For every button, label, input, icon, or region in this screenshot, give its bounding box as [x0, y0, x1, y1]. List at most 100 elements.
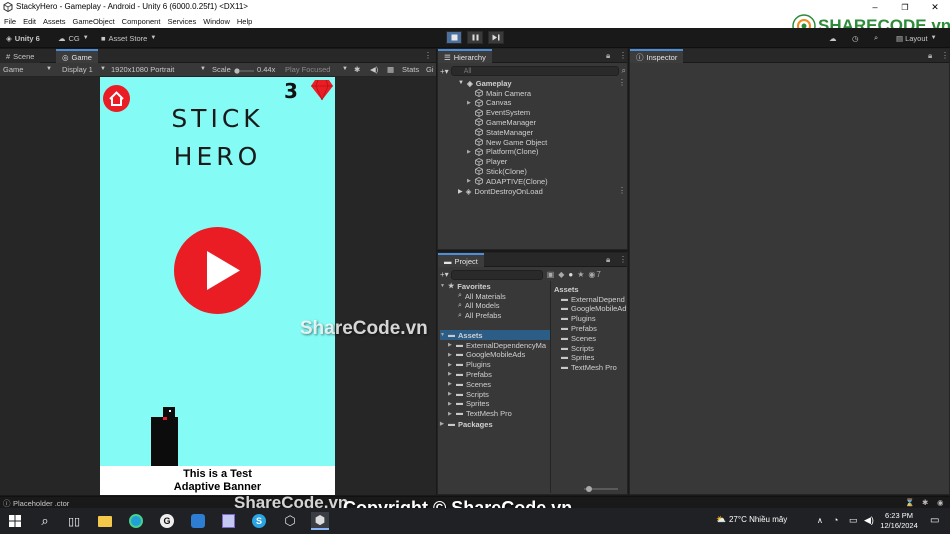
project-asset-folder[interactable]: ▬ Prefabs: [561, 323, 627, 333]
expand-arrow-icon[interactable]: ▶: [467, 178, 475, 184]
project-asset-folder[interactable]: ▬ TextMesh Pro: [561, 363, 627, 373]
project-favorite-item[interactable]: ⌕ All Materials: [450, 291, 506, 301]
expand-arrow-icon[interactable]: ▶: [448, 342, 456, 348]
asset-store-button[interactable]: ■ Asset Store ▼: [101, 31, 156, 45]
cloud-services-icon[interactable]: ☁: [829, 31, 837, 45]
play-focused-dropdown[interactable]: Play Focused: [285, 65, 330, 74]
search-filter-icon[interactable]: ⌕: [622, 66, 626, 76]
project-folder[interactable]: ▶ ▬ Scripts: [448, 389, 489, 399]
tab-game[interactable]: ◎ Game: [56, 49, 98, 63]
project-favorite-item[interactable]: ⌕ All Prefabs: [450, 311, 501, 321]
scale-slider[interactable]: [234, 67, 254, 74]
github-icon[interactable]: G: [158, 512, 176, 530]
favorite-star-icon[interactable]: ★: [577, 270, 584, 279]
status-message[interactable]: Placeholder .ctor: [13, 499, 69, 508]
store-icon[interactable]: [189, 512, 207, 530]
project-packages[interactable]: ▶ ▬ Packages: [440, 419, 493, 429]
pause-button[interactable]: [467, 31, 483, 44]
lock-icon[interactable]: 🔒︎: [606, 255, 610, 265]
tab-scene[interactable]: # Scene: [0, 49, 41, 63]
network-icon[interactable]: ◔: [833, 515, 838, 525]
lock-icon[interactable]: 🔒︎: [928, 51, 932, 61]
unity-account-button[interactable]: ◈ Unity 6: [6, 31, 40, 45]
project-asset-folder[interactable]: ▬ Scripts: [561, 343, 627, 353]
resolution-dropdown[interactable]: 1920x1080 Portrait: [111, 65, 174, 74]
panel-menu-icon[interactable]: ⋮: [424, 51, 432, 60]
maximize-button[interactable]: ❐: [890, 0, 920, 14]
volume-icon[interactable]: ◀): [864, 515, 874, 526]
project-favorites[interactable]: ▼ ★ Favorites: [440, 281, 491, 291]
search-by-type-icon[interactable]: ▣: [547, 270, 555, 279]
expand-arrow-icon[interactable]: ▶: [448, 401, 456, 407]
skype-icon[interactable]: S: [250, 512, 268, 530]
project-asset-folder[interactable]: ▬ ExternalDepend: [561, 294, 627, 304]
hierarchy-dontdestroy-row[interactable]: ▶ ◈ DontDestroyOnLoad: [458, 186, 626, 196]
edge-icon[interactable]: [127, 512, 145, 530]
add-icon[interactable]: +▾: [440, 67, 449, 76]
hierarchy-search-input[interactable]: All: [450, 66, 619, 76]
expand-arrow-icon[interactable]: ▶: [448, 391, 456, 397]
project-favorite-item[interactable]: ⌕ All Models: [450, 301, 500, 311]
notification-center-icon[interactable]: ▭: [930, 515, 939, 526]
notifications-icon[interactable]: ◉: [937, 498, 944, 507]
frame-debugger-icon[interactable]: ✱: [354, 65, 360, 74]
shortcuts-icon[interactable]: ▦: [387, 65, 394, 74]
visibility-icon[interactable]: ◉: [588, 270, 595, 279]
visual-studio-icon[interactable]: [219, 512, 237, 530]
expand-arrow-icon[interactable]: ▶: [448, 381, 456, 387]
icon-size-slider-thumb[interactable]: [586, 486, 592, 492]
project-folder[interactable]: ▶ ▬ Scenes: [448, 379, 491, 389]
layout-dropdown[interactable]: ▤ Layout ▼: [896, 31, 937, 45]
menu-window[interactable]: Window: [203, 17, 230, 26]
clock[interactable]: 6:23 PM 12/16/2024: [879, 511, 919, 531]
search-icon[interactable]: ⌕: [36, 512, 54, 530]
project-folder[interactable]: ▶ ▬ Prefabs: [448, 369, 492, 379]
expand-arrow-icon[interactable]: ▼: [440, 332, 448, 338]
tab-inspector[interactable]: ⓘ Inspector: [630, 49, 684, 63]
play-button[interactable]: [446, 31, 462, 44]
project-folder[interactable]: ▶ ▬ TextMesh Pro: [448, 409, 512, 419]
hierarchy-item[interactable]: EventSystem: [467, 108, 530, 118]
debug-mode-icon[interactable]: ✱: [922, 498, 928, 507]
ad-banner[interactable]: This is a Test Adaptive Banner: [100, 466, 335, 495]
panel-menu-icon[interactable]: ⋮: [619, 51, 627, 60]
mute-audio-icon[interactable]: ◀): [370, 65, 378, 74]
project-folder[interactable]: ▶ ▬ Plugins: [448, 360, 491, 370]
project-asset-folder[interactable]: ▬ Sprites: [561, 353, 627, 363]
project-asset-folder[interactable]: ▬ Scenes: [561, 333, 627, 343]
close-button[interactable]: ✕: [920, 0, 950, 14]
scene-menu-icon[interactable]: ⋮: [618, 78, 626, 87]
project-search-input[interactable]: [450, 269, 543, 280]
unity-editor-icon[interactable]: ⬢: [311, 512, 329, 530]
info-icon[interactable]: ●: [568, 270, 573, 279]
project-asset-folder[interactable]: ▬ Plugins: [561, 314, 627, 324]
menu-help[interactable]: Help: [237, 17, 252, 26]
project-folder[interactable]: ▶ ▬ ExternalDependencyMa: [448, 340, 546, 350]
expand-arrow-icon[interactable]: ▶: [448, 411, 456, 417]
hierarchy-item[interactable]: StateManager: [467, 127, 533, 137]
display-dropdown[interactable]: Display 1: [62, 65, 93, 74]
expand-arrow-icon[interactable]: ▶: [467, 100, 475, 106]
tab-project[interactable]: ▬ Project: [438, 253, 484, 267]
menu-edit[interactable]: Edit: [23, 17, 36, 26]
menu-services[interactable]: Services: [167, 17, 196, 26]
expand-arrow-icon[interactable]: ▶: [448, 352, 456, 358]
menu-component[interactable]: Component: [122, 17, 161, 26]
battery-icon[interactable]: ▭: [849, 515, 858, 526]
unity-hub-icon[interactable]: ⬡: [281, 512, 299, 530]
step-button[interactable]: [488, 31, 504, 44]
panel-menu-icon[interactable]: ⋮: [941, 51, 949, 60]
menu-assets[interactable]: Assets: [43, 17, 66, 26]
file-explorer-icon[interactable]: [96, 512, 114, 530]
menu-file[interactable]: File: [4, 17, 16, 26]
project-folder[interactable]: ▶ ▬ GoogleMobileAds: [448, 350, 525, 360]
game-mode-dropdown[interactable]: Game: [3, 65, 23, 74]
project-assets-root[interactable]: ▼ ▬ Assets: [440, 330, 550, 340]
expand-arrow-icon[interactable]: ▶: [448, 371, 456, 377]
weather-widget[interactable]: ⛅ 27°C Nhiều mây: [716, 515, 787, 524]
search-by-label-icon[interactable]: ◆: [558, 270, 564, 279]
hierarchy-item[interactable]: Player: [467, 157, 507, 167]
hierarchy-item[interactable]: Stick(Clone): [467, 166, 527, 176]
hierarchy-item[interactable]: Main Camera: [467, 88, 531, 98]
expand-arrow-icon[interactable]: ▶: [448, 362, 456, 368]
